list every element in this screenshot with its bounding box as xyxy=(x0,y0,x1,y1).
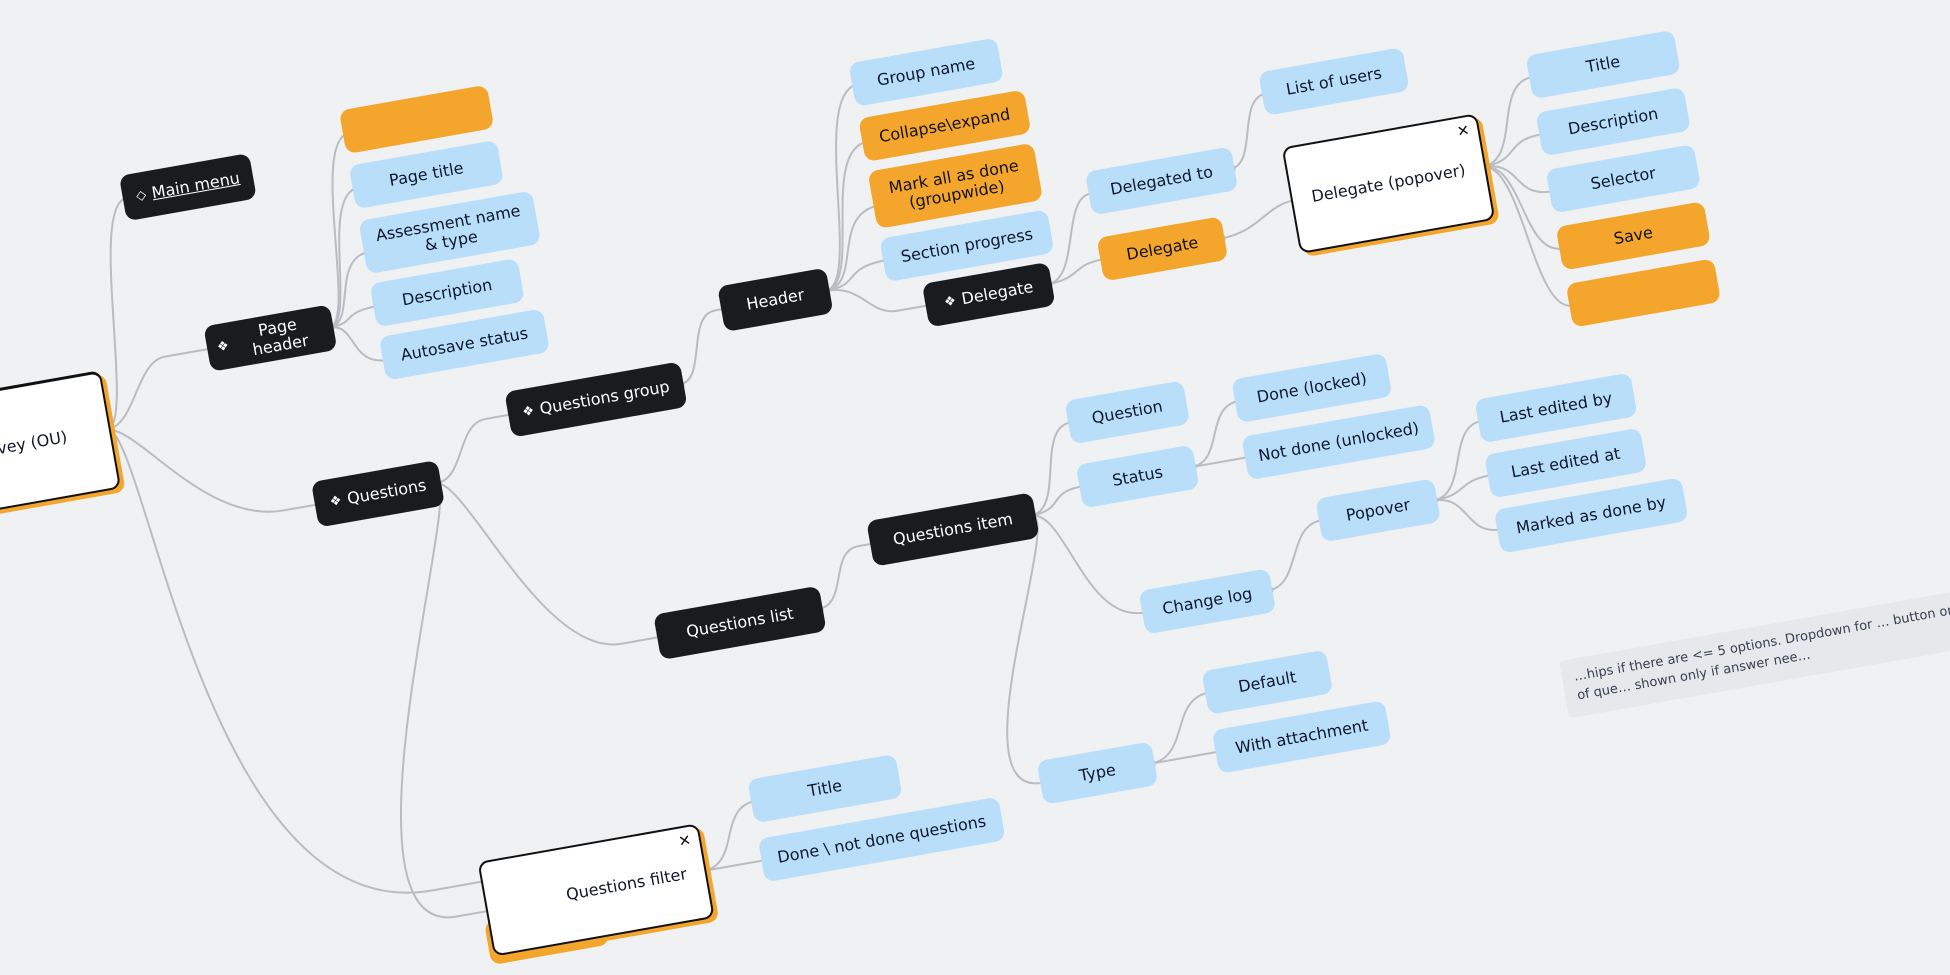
node-label: Done \ not done questions xyxy=(776,812,987,867)
node-label: Section progress xyxy=(899,225,1034,266)
diamond-grid-icon: ❖ xyxy=(943,294,957,309)
node-label: List of users xyxy=(1285,64,1384,99)
node-page-header[interactable]: ❖ Page header xyxy=(203,304,337,372)
node-label: Delegate (popover) xyxy=(1310,161,1467,206)
node-label: Popover xyxy=(1345,496,1412,525)
node-label: Header xyxy=(745,286,806,314)
node-label: Type xyxy=(1078,761,1117,785)
diamond-grid-icon: ❖ xyxy=(521,404,535,419)
node-label: Mark all as done (groupwide) xyxy=(879,155,1031,217)
node-questions-item[interactable]: Questions item xyxy=(866,492,1039,566)
node-qi-status[interactable]: Status xyxy=(1076,445,1200,509)
node-label: Last edited at xyxy=(1510,444,1622,481)
node-label: Collapse\expand xyxy=(878,105,1012,146)
node-dp-title[interactable]: Title xyxy=(1525,30,1680,99)
node-label: Description xyxy=(1567,105,1660,139)
close-icon[interactable]: ✕ xyxy=(677,833,692,850)
node-label: Last edited by xyxy=(1498,389,1613,427)
node-delegated-to[interactable]: Delegated to xyxy=(1085,146,1238,215)
node-label: Autosave status xyxy=(399,324,529,364)
node-label: Main menu xyxy=(150,169,241,203)
node-delegate-popover[interactable]: ✕ Delegate (popover) xyxy=(1282,113,1496,254)
node-qi-change-log[interactable]: Change log xyxy=(1138,568,1276,634)
node-delegate-action[interactable]: Delegate xyxy=(1097,216,1229,281)
close-icon[interactable]: ✕ xyxy=(1456,123,1471,140)
node-label: Questions list xyxy=(685,604,795,641)
node-label: Delegate xyxy=(960,278,1035,309)
node-label: Group name xyxy=(876,55,977,90)
node-dp-selector[interactable]: Selector xyxy=(1546,144,1701,213)
node-qi-popover[interactable]: Popover xyxy=(1315,478,1441,542)
node-label: Status xyxy=(1111,463,1164,490)
node-label: Not done (unlocked) xyxy=(1257,419,1420,465)
node-label: Question xyxy=(1090,397,1164,428)
node-qi-done[interactable]: Done (locked) xyxy=(1231,353,1392,423)
annotation-text: …hips if there are <= 5 options. Dropdow… xyxy=(1573,582,1950,703)
node-label: Questions item xyxy=(892,510,1014,549)
node-questions-group[interactable]: ❖ Questions group xyxy=(504,361,687,437)
node-dp-cancel[interactable] xyxy=(1566,258,1721,327)
node-label: Default xyxy=(1237,668,1298,696)
node-label: Page title xyxy=(388,159,465,190)
node-label: With attachment xyxy=(1234,716,1370,757)
node-label: Questions filter xyxy=(565,865,689,904)
node-dp-save[interactable]: Save xyxy=(1556,201,1711,270)
node-label: Survey (OU) xyxy=(0,428,69,463)
node-label: Assessment name & type xyxy=(370,201,530,264)
node-label: Description xyxy=(401,276,494,310)
node-questions-filter-popover[interactable]: ✕ Questions filter xyxy=(477,823,714,956)
diamond-icon: ◇ xyxy=(135,188,147,203)
annotation-note: …hips if there are <= 5 options. Dropdow… xyxy=(1559,567,1950,718)
diagram-stage: ❖ Survey (OU) ◇ Main menu ❖ Page header … xyxy=(0,0,1950,975)
node-type-with-attachment[interactable]: With attachment xyxy=(1212,700,1392,774)
diamond-grid-icon: ❖ xyxy=(216,339,230,354)
node-type[interactable]: Type xyxy=(1037,741,1159,804)
node-label: Questions group xyxy=(538,377,671,418)
node-label: Questions xyxy=(346,476,428,508)
node-main-menu[interactable]: ◇ Main menu xyxy=(119,153,257,221)
node-label: Save xyxy=(1612,223,1654,248)
node-label: Delegated to xyxy=(1109,163,1214,199)
node-label: Change log xyxy=(1161,584,1254,618)
node-label: Page header xyxy=(231,311,326,363)
node-label: Delegate xyxy=(1125,233,1200,264)
node-questions-list[interactable]: Questions list xyxy=(653,586,826,660)
node-survey-root[interactable]: ❖ Survey (OU) xyxy=(0,370,121,524)
node-label: Title xyxy=(807,777,844,801)
node-label: Selector xyxy=(1589,164,1657,194)
node-qi-question[interactable]: Question xyxy=(1064,380,1190,444)
node-list-of-users[interactable]: List of users xyxy=(1258,47,1409,116)
node-qf-title[interactable]: Title xyxy=(747,754,902,823)
node-label: Done (locked) xyxy=(1255,369,1368,406)
diamond-grid-icon: ❖ xyxy=(329,494,343,509)
node-dp-description[interactable]: Description xyxy=(1535,87,1690,156)
node-questions[interactable]: ❖ Questions xyxy=(311,460,445,528)
node-header[interactable]: Header xyxy=(717,268,833,332)
node-label: Marked as done by xyxy=(1515,493,1668,537)
node-label: Title xyxy=(1585,52,1622,76)
node-type-default[interactable]: Default xyxy=(1201,650,1333,715)
